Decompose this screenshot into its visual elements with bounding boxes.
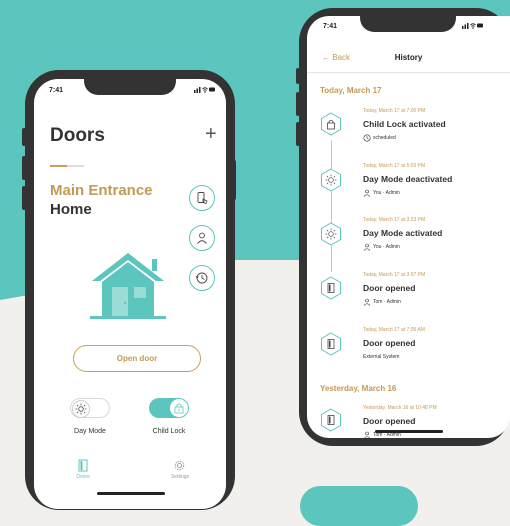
- event-time: Today, March 17 at 5:03 PM: [363, 163, 426, 169]
- location-name: Main Entrance: [50, 182, 153, 199]
- event-icon-badge: [320, 332, 342, 356]
- status-icons: [194, 86, 216, 95]
- event-time: Yesterday, March 16 at 10:48 PM: [363, 405, 437, 411]
- bottom-decor-pill: [300, 486, 418, 526]
- nav-settings-label: Settings: [170, 474, 190, 480]
- location-subtitle: Home: [50, 201, 92, 218]
- home-indicator: [97, 492, 165, 495]
- history-screen: 7:41 ← Back History Today, March 17 Toda…: [307, 16, 510, 438]
- lock-icon: [174, 403, 184, 414]
- user-icon: [363, 243, 371, 251]
- page-title: History: [394, 53, 423, 62]
- section-header: Yesterday, March 16: [320, 384, 397, 393]
- event-time: Today, March 17 at 7:00 PM: [363, 108, 426, 114]
- event-title: Door opened: [363, 338, 416, 348]
- history-clock-icon: [195, 272, 208, 284]
- nav-doors[interactable]: Doors: [68, 459, 98, 483]
- person-button[interactable]: [189, 225, 215, 251]
- title-accent-line: [50, 165, 84, 167]
- user-icon: [363, 298, 371, 306]
- event-meta: You · Admin: [363, 189, 400, 197]
- event-icon-badge: [320, 276, 342, 300]
- person-icon: [197, 232, 207, 244]
- open-door-button[interactable]: Open door: [73, 345, 201, 372]
- gear-icon: [174, 460, 185, 471]
- house-icon: [90, 253, 166, 319]
- notch: [360, 16, 456, 32]
- nav-settings[interactable]: Settings: [165, 459, 195, 483]
- event-title: Day Mode deactivated: [363, 174, 453, 184]
- home-indicator: [375, 430, 443, 433]
- event-title: Day Mode activated: [363, 228, 443, 238]
- phone-main: 7:41 Doors + Main Entrance Home Open doo…: [25, 70, 235, 510]
- nav-doors-label: Doors: [76, 474, 90, 480]
- clock-icon: [363, 134, 371, 142]
- event-icon-badge: [320, 408, 342, 432]
- day-mode-toggle[interactable]: [70, 398, 110, 418]
- day-mode-label: Day Mode: [74, 428, 106, 435]
- event-icon-badge: [320, 168, 342, 192]
- page-title: Doors: [50, 125, 105, 146]
- event-meta-text: External System: [363, 354, 400, 360]
- event-meta: External System: [363, 354, 399, 360]
- event-meta-text: scheduled: [373, 135, 396, 141]
- event-title: Door opened: [363, 283, 416, 293]
- event-icon-badge: [320, 222, 342, 246]
- event-title: Child Lock activated: [363, 119, 446, 129]
- event-meta-text: You · Admin: [373, 190, 400, 196]
- section-header: Today, March 17: [320, 86, 382, 95]
- event-meta: You · Admin: [363, 243, 400, 251]
- plus-icon[interactable]: +: [205, 123, 217, 146]
- door-remote-button[interactable]: [189, 185, 215, 211]
- user-icon: [364, 431, 370, 438]
- event-meta-text: Tom · Admin: [373, 299, 401, 305]
- status-time: 7:41: [49, 87, 64, 94]
- door-remote-icon: [197, 192, 208, 204]
- event-time: Today, March 17 at 7:05 AM: [363, 327, 425, 333]
- event-icon-badge: [320, 112, 342, 136]
- sun-icon: [75, 403, 87, 415]
- timeline-line: [331, 246, 332, 272]
- status-icons: [462, 22, 484, 31]
- header-divider: [307, 72, 510, 73]
- phone-history: 7:41 ← Back History Today, March 17 Toda…: [299, 8, 510, 446]
- event-meta-text: You · Admin: [373, 244, 400, 250]
- event-time: Today, March 17 at 3:23 PM: [363, 217, 426, 223]
- status-time: 7:41: [323, 23, 338, 30]
- notch: [84, 79, 176, 95]
- history-button[interactable]: [189, 265, 215, 291]
- toggle-knob: [72, 400, 90, 418]
- event-time: Today, March 17 at 3:07 PM: [363, 272, 426, 278]
- child-lock-toggle[interactable]: [149, 398, 189, 418]
- door-icon: [78, 459, 88, 472]
- event-meta: scheduled: [363, 134, 396, 142]
- event-meta: Tom · Admin: [363, 298, 401, 306]
- child-lock-label: Child Lock: [152, 428, 186, 435]
- user-icon: [363, 189, 371, 197]
- event-title: Door opened: [363, 416, 416, 426]
- doors-screen: 7:41 Doors + Main Entrance Home Open doo…: [34, 79, 226, 509]
- toggle-knob: [170, 399, 188, 417]
